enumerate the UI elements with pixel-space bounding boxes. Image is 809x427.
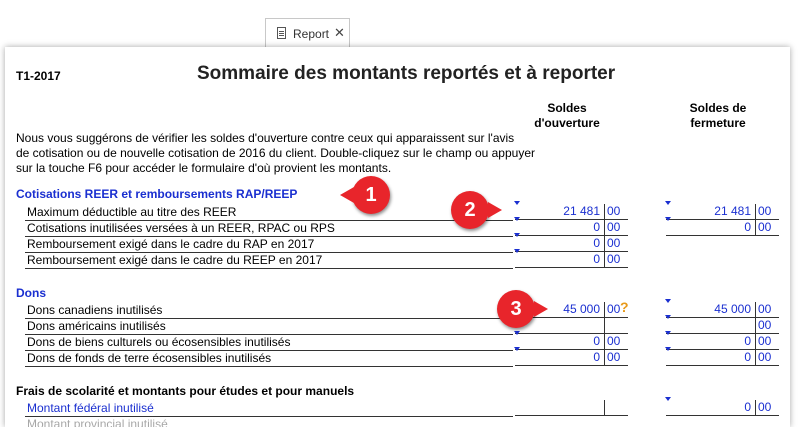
- closing-field-frais-federal[interactable]: 0 00: [666, 400, 779, 416]
- close-icon[interactable]: ✕: [334, 25, 345, 41]
- warning-question-icon[interactable]: ?: [620, 299, 629, 315]
- row-label: Dons canadiens inutilisés: [27, 303, 163, 317]
- cents: 00: [755, 220, 779, 235]
- cents: 00: [755, 302, 779, 317]
- row-label: Dons de biens culturels ou écosensibles …: [27, 335, 291, 349]
- callout-arrow-2: [488, 202, 502, 218]
- opening-header-line1: Soldes: [547, 101, 587, 115]
- cents: 00: [604, 220, 628, 235]
- row-label: Cotisations inutilisées versées à un REE…: [27, 221, 335, 235]
- opening-field-dons-culturels[interactable]: 0 00: [515, 334, 628, 350]
- row-reer-unused-contributions: Cotisations inutilisées versées à un REE…: [25, 220, 513, 237]
- closing-header-line1: Soldes de: [689, 101, 747, 115]
- row-rap-repayment: Remboursement exigé dans le cadre du RAP…: [25, 236, 513, 253]
- row-dons-fonds-terre: Dons de fonds de terre écosensibles inut…: [25, 350, 513, 367]
- cents: 00: [604, 334, 628, 349]
- amount: 21 481: [714, 204, 751, 218]
- cents: 00: [755, 318, 779, 333]
- amount: 0: [593, 252, 600, 266]
- section-dons-title[interactable]: Dons: [16, 286, 46, 300]
- cents: 00: [755, 350, 779, 365]
- cents: 00: [604, 236, 628, 251]
- section-reer-title[interactable]: Cotisations REER et remboursements RAP/R…: [16, 187, 297, 201]
- opening-field-reer-unused[interactable]: 0 00: [515, 220, 628, 236]
- amount: 0: [593, 350, 600, 364]
- page-title: Sommaire des montants reportés et à repo…: [197, 63, 616, 84]
- row-dons-biens-culturels: Dons de biens culturels ou écosensibles …: [25, 334, 513, 351]
- closing-field-reer-unused[interactable]: 0 00: [666, 220, 779, 236]
- amount: 0: [744, 334, 751, 348]
- row-reep-repayment: Remboursement exigé dans le cadre du REE…: [25, 252, 513, 269]
- row-label: Dons de fonds de terre écosensibles inut…: [27, 351, 272, 365]
- opening-field-reer-max[interactable]: 21 481 00: [515, 204, 628, 220]
- opening-field-rap[interactable]: 0 00: [515, 236, 628, 252]
- amount: 0: [744, 400, 751, 414]
- row-label: Montant fédéral inutilisé: [27, 401, 154, 415]
- document-icon: [277, 27, 286, 39]
- cents: 00: [604, 350, 628, 365]
- row-label: Remboursement exigé dans le cadre du RAP…: [27, 237, 315, 251]
- closing-field-reer-max[interactable]: 21 481 00: [666, 204, 779, 220]
- closing-balance-header: Soldes de fermeture: [673, 101, 763, 131]
- row-dons-canadiens: Dons canadiens inutilisés: [25, 302, 513, 319]
- closing-field-dons-canadiens[interactable]: 45 000 00: [666, 302, 779, 318]
- row-label: Maximum déductible au titre des REER: [27, 205, 237, 219]
- callout-badge-2: 2: [451, 191, 489, 229]
- intro-text: Nous vous suggérons de vérifier les sold…: [16, 131, 535, 176]
- cents: 00: [604, 204, 628, 219]
- callout-arrow-1: [340, 187, 354, 203]
- amount: 45 000: [714, 302, 751, 316]
- opening-field-reep[interactable]: 0 00: [515, 252, 628, 268]
- row-dons-americains: Dons américains inutilisés: [25, 318, 513, 335]
- cents: 00: [755, 204, 779, 219]
- closing-header-line2: fermeture: [690, 116, 746, 130]
- intro-line: de cotisation ou de nouvelle cotisation …: [16, 146, 535, 160]
- amount: 0: [744, 220, 751, 234]
- row-label: Remboursement exigé dans le cadre du REE…: [27, 253, 323, 267]
- cents: 00: [755, 400, 779, 415]
- opening-balance-header: Soldes d'ouverture: [522, 101, 612, 131]
- callout-badge-3: 3: [497, 290, 535, 328]
- cents: 00: [755, 334, 779, 349]
- cents: [604, 400, 628, 415]
- opening-field-dons-terre[interactable]: 0 00: [515, 350, 628, 366]
- intro-line: Nous vous suggérons de vérifier les sold…: [16, 131, 515, 145]
- report-document: T1-2017 Sommaire des montants reportés e…: [5, 47, 790, 427]
- tab-label: Report: [293, 27, 330, 41]
- amount: 0: [593, 334, 600, 348]
- row-label: Dons américains inutilisés: [27, 319, 166, 333]
- callout-arrow-3: [534, 301, 548, 317]
- opening-field-dons-americains[interactable]: [515, 318, 628, 334]
- opening-header-line2: d'ouverture: [534, 116, 600, 130]
- callout-badge-1: 1: [352, 176, 390, 214]
- section-frais-title: Frais de scolarité et montants pour étud…: [16, 384, 355, 398]
- closing-field-dons-americains[interactable]: 00: [666, 318, 779, 334]
- cents: [604, 318, 628, 333]
- amount: 21 481: [563, 204, 600, 218]
- row-montant-federal[interactable]: Montant fédéral inutilisé: [25, 400, 513, 417]
- row-montant-provincial: Montant provincial inutilisé: [25, 416, 513, 427]
- closing-field-dons-culturels[interactable]: 0 00: [666, 334, 779, 350]
- closing-field-dons-terre[interactable]: 0 00: [666, 350, 779, 366]
- amount: 0: [593, 236, 600, 250]
- form-id: T1-2017: [16, 69, 61, 83]
- row-reer-max-deductible: Maximum déductible au titre des REER: [25, 204, 513, 221]
- cents: 00: [604, 252, 628, 267]
- opening-field-frais-federal[interactable]: [515, 400, 628, 416]
- row-label: Montant provincial inutilisé: [27, 417, 168, 427]
- amount: 45 000: [563, 302, 600, 316]
- amount: 0: [744, 350, 751, 364]
- intro-line: sur la touche F6 pour accéder le formula…: [16, 161, 392, 175]
- amount: 0: [593, 220, 600, 234]
- report-tab[interactable]: Report ✕: [265, 18, 350, 48]
